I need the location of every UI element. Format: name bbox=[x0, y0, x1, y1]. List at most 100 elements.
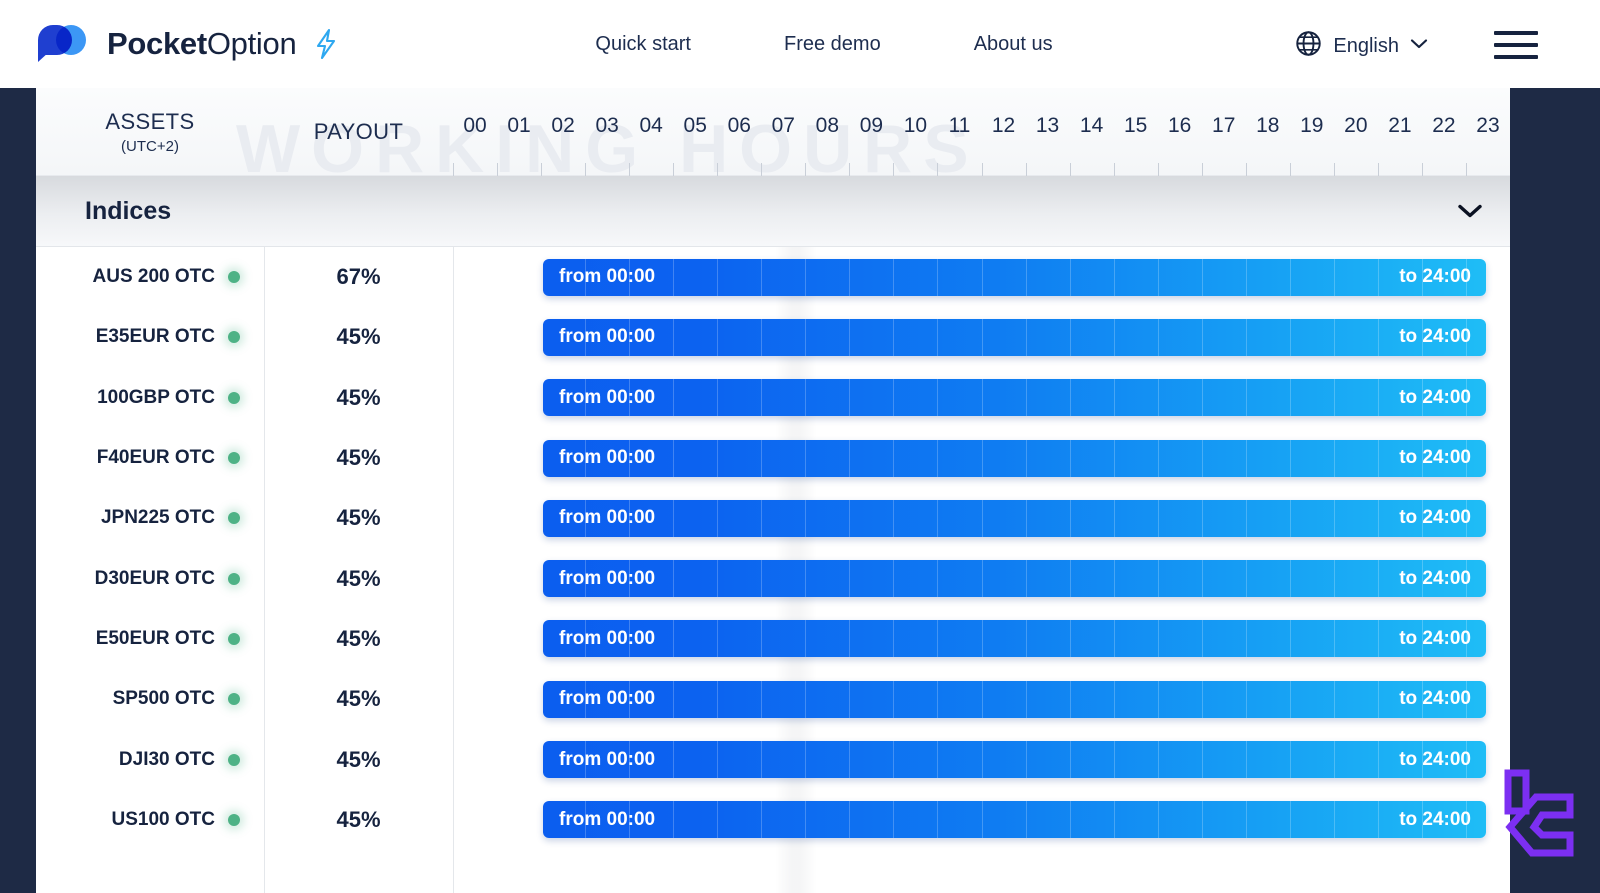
bar-hour-divider bbox=[981, 801, 983, 839]
hour-tick bbox=[1289, 163, 1291, 176]
schedule-cell: from 00:00 to 24:00 bbox=[453, 368, 1510, 428]
nav-link-quick-start[interactable]: Quick start bbox=[595, 23, 691, 66]
hour-label-23: 23 bbox=[1476, 114, 1500, 137]
bar-hour-divider bbox=[761, 318, 763, 356]
bar-hour-divider bbox=[849, 499, 851, 537]
bar-hour-divider bbox=[849, 318, 851, 356]
asset-name-label: E50EUR OTC bbox=[95, 627, 215, 649]
hour-label-10: 10 bbox=[903, 114, 928, 137]
bar-to-label: to 24:00 bbox=[1399, 326, 1471, 348]
bar-to-label: to 24:00 bbox=[1399, 627, 1471, 649]
hour-tick bbox=[1333, 163, 1335, 176]
bar-hour-divider bbox=[1201, 439, 1203, 477]
bar-hour-divider bbox=[761, 620, 763, 658]
nav-link-about-us[interactable]: About us bbox=[974, 23, 1053, 66]
table-row[interactable]: DJI30 OTC 45% from 00:00 to 24:00 bbox=[36, 729, 1510, 789]
schedule-cell: from 00:00 to 24:00 bbox=[453, 428, 1510, 488]
bar-hour-divider bbox=[937, 439, 939, 477]
table-row[interactable]: D30EUR OTC 45% from 00:00 to 24:00 bbox=[36, 548, 1510, 608]
bar-to-label: to 24:00 bbox=[1399, 808, 1471, 830]
language-label: English bbox=[1333, 34, 1399, 57]
nav-link-free-demo[interactable]: Free demo bbox=[784, 23, 881, 66]
working-hours-bar[interactable]: from 00:00 to 24:00 bbox=[543, 801, 1486, 839]
working-hours-bar[interactable]: from 00:00 to 24:00 bbox=[543, 680, 1486, 718]
bar-hour-divider bbox=[1069, 499, 1071, 537]
bar-hour-divider bbox=[1113, 499, 1115, 537]
bar-hour-divider bbox=[893, 620, 895, 658]
bar-hour-divider bbox=[717, 318, 719, 356]
working-hours-bar[interactable]: from 00:00 to 24:00 bbox=[543, 318, 1486, 356]
bar-hour-divider bbox=[981, 318, 983, 356]
hour-label-04: 04 bbox=[639, 114, 663, 137]
hour-tick bbox=[981, 163, 983, 176]
hour-label-08: 08 bbox=[815, 114, 840, 137]
working-hours-bar[interactable]: from 00:00 to 24:00 bbox=[543, 439, 1486, 477]
bar-from-label: from 00:00 bbox=[559, 507, 656, 529]
bar-hour-divider bbox=[1333, 741, 1335, 779]
hour-label-07: 07 bbox=[771, 114, 795, 137]
bar-hour-divider bbox=[1245, 741, 1247, 779]
working-hours-bar[interactable]: from 00:00 to 24:00 bbox=[543, 620, 1486, 658]
table-row[interactable]: E50EUR OTC 45% from 00:00 to 24:00 bbox=[36, 609, 1510, 669]
schedule-cell: from 00:00 to 24:00 bbox=[453, 307, 1510, 367]
bar-hour-divider bbox=[1069, 741, 1071, 779]
bar-hour-divider bbox=[1157, 801, 1159, 839]
table-row[interactable]: JPN225 OTC 45% from 00:00 to 24:00 bbox=[36, 488, 1510, 548]
hour-tick bbox=[1245, 163, 1247, 176]
bar-hour-divider bbox=[761, 439, 763, 477]
working-hours-bar[interactable]: from 00:00 to 24:00 bbox=[543, 499, 1486, 537]
bar-hour-divider bbox=[1025, 620, 1027, 658]
hour-label-00: 00 bbox=[463, 114, 487, 137]
bar-hour-divider bbox=[1333, 499, 1335, 537]
bar-hour-divider bbox=[1377, 620, 1379, 658]
schedule-cell: from 00:00 to 24:00 bbox=[453, 790, 1510, 850]
bar-hour-divider bbox=[893, 741, 895, 779]
table-row[interactable]: E35EUR OTC 45% from 00:00 to 24:00 bbox=[36, 307, 1510, 367]
bar-hour-divider bbox=[1377, 439, 1379, 477]
working-hours-bar[interactable]: from 00:00 to 24:00 bbox=[543, 379, 1486, 417]
status-dot-open bbox=[228, 813, 240, 826]
table-row[interactable]: 100GBP OTC 45% from 00:00 to 24:00 bbox=[36, 368, 1510, 428]
hour-tick bbox=[1157, 163, 1159, 176]
bar-hour-divider bbox=[893, 379, 895, 417]
bar-hour-divider bbox=[1245, 318, 1247, 356]
table-row[interactable]: F40EUR OTC 45% from 00:00 to 24:00 bbox=[36, 428, 1510, 488]
bar-hour-divider bbox=[673, 318, 675, 356]
bar-hour-divider bbox=[761, 379, 763, 417]
hour-tick bbox=[629, 163, 631, 176]
bar-hour-divider bbox=[937, 499, 939, 537]
hour-tick bbox=[1465, 163, 1467, 176]
working-hours-bar[interactable]: from 00:00 to 24:00 bbox=[543, 560, 1486, 598]
working-hours-bar[interactable]: from 00:00 to 24:00 bbox=[543, 258, 1486, 296]
brand-logo[interactable]: PocketOption bbox=[38, 25, 339, 63]
pocket-option-logo-icon bbox=[38, 25, 94, 63]
asset-cell: SP500 OTC bbox=[36, 669, 264, 729]
language-selector[interactable]: English bbox=[1295, 30, 1428, 62]
table-row[interactable]: AUS 200 OTC 67% from 00:00 to 24:00 bbox=[36, 247, 1510, 307]
bar-from-label: from 00:00 bbox=[559, 627, 656, 649]
table-row[interactable]: US100 OTC 45% from 00:00 to 24:00 bbox=[36, 790, 1510, 850]
bar-to-label: to 24:00 bbox=[1399, 748, 1471, 770]
table-row[interactable]: SP500 OTC 45% from 00:00 to 24:00 bbox=[36, 669, 1510, 729]
working-hours-bar[interactable]: from 00:00 to 24:00 bbox=[543, 741, 1486, 779]
bar-hour-divider bbox=[1069, 439, 1071, 477]
bar-hour-divider bbox=[1377, 379, 1379, 417]
bar-hour-divider bbox=[673, 801, 675, 839]
bar-hour-divider bbox=[1245, 258, 1247, 296]
bar-hour-divider bbox=[981, 741, 983, 779]
hamburger-menu-icon[interactable] bbox=[1494, 31, 1538, 59]
hour-tick bbox=[805, 163, 807, 176]
bar-hour-divider bbox=[805, 680, 807, 718]
assets-timezone-label: (UTC+2) bbox=[121, 138, 179, 155]
status-dot-open bbox=[228, 693, 240, 706]
bar-hour-divider bbox=[1069, 801, 1071, 839]
hour-tick bbox=[1377, 163, 1379, 176]
section-header-indices[interactable]: Indices bbox=[36, 176, 1510, 247]
bar-hour-divider bbox=[805, 318, 807, 356]
bar-hour-divider bbox=[849, 801, 851, 839]
bar-hour-divider bbox=[1113, 560, 1115, 598]
asset-name-label: AUS 200 OTC bbox=[92, 266, 215, 288]
bar-hour-divider bbox=[673, 560, 675, 598]
bar-hour-divider bbox=[1025, 439, 1027, 477]
chevron-down-icon[interactable] bbox=[1457, 203, 1483, 219]
